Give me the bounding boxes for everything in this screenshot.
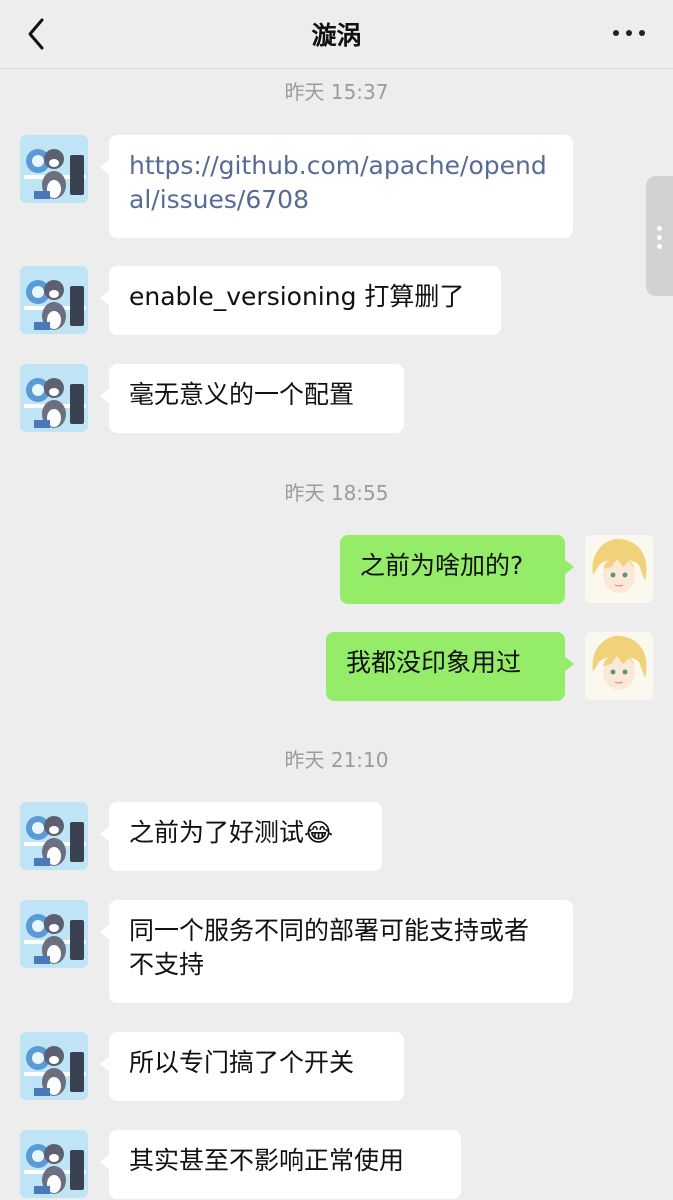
message-bubble[interactable]: 之前为啥加的? — [340, 535, 574, 604]
avatar[interactable] — [20, 802, 88, 870]
dog-avatar-icon — [20, 266, 88, 334]
message-text: 毫无意义的一个配置 — [129, 380, 355, 409]
my-avatar[interactable] — [585, 632, 653, 700]
dog-avatar-icon — [20, 900, 88, 968]
avatar[interactable] — [20, 900, 88, 968]
dog-avatar-icon — [20, 1032, 88, 1100]
message-text: 之前为了好测试😂 — [129, 818, 334, 847]
message-bubble[interactable]: 同一个服务不同的部署可能支持或者不支持 — [100, 900, 573, 1003]
timestamp: 昨天 18:55 — [284, 481, 389, 505]
message-text: 其实甚至不影响正常使用 — [129, 1146, 405, 1175]
message-text: 所以专门搞了个开关 — [129, 1048, 355, 1077]
avatar[interactable] — [20, 266, 88, 334]
chat-title[interactable]: 漩涡 — [311, 21, 361, 50]
anime-avatar-icon — [585, 632, 653, 700]
timestamp: 昨天 15:37 — [284, 80, 389, 104]
dog-avatar-icon — [20, 1130, 88, 1198]
message-link[interactable]: https://github.com/apache/opendal/issues… — [129, 151, 547, 214]
message-bubble[interactable]: 毫无意义的一个配置 — [100, 364, 404, 433]
message-bubble[interactable]: 之前为了好测试😂 — [100, 802, 382, 871]
my-avatar[interactable] — [585, 535, 653, 603]
anime-avatar-icon — [585, 535, 653, 603]
avatar[interactable] — [20, 1130, 88, 1198]
message-bubble[interactable]: enable_versioning 打算删了 — [100, 266, 501, 335]
dog-avatar-icon — [20, 364, 88, 432]
message-bubble[interactable]: https://github.com/apache/opendal/issues… — [100, 135, 573, 238]
message-text: 我都没印象用过 — [346, 648, 522, 677]
message-bubble[interactable]: 我都没印象用过 — [326, 632, 574, 701]
chat-title-wrap: 漩涡 — [0, 16, 673, 52]
dog-avatar-icon — [20, 135, 88, 203]
avatar[interactable] — [20, 364, 88, 432]
message-text: 之前为啥加的? — [360, 551, 524, 580]
message-bubble[interactable]: 所以专门搞了个开关 — [100, 1032, 404, 1101]
message-bubble[interactable]: 其实甚至不影响正常使用 — [100, 1130, 461, 1199]
message-text: 同一个服务不同的部署可能支持或者不支持 — [129, 916, 530, 979]
avatar[interactable] — [20, 1032, 88, 1100]
back-button[interactable] — [22, 14, 52, 54]
timestamp: 昨天 21:10 — [284, 748, 389, 772]
floating-scroll-handle[interactable] — [646, 176, 673, 296]
chevron-left-icon — [28, 18, 44, 50]
avatar[interactable] — [20, 135, 88, 203]
top-bar: 漩涡 — [0, 0, 673, 69]
more-button[interactable] — [607, 18, 651, 48]
dog-avatar-icon — [20, 802, 88, 870]
message-text: enable_versioning 打算删了 — [129, 282, 465, 311]
